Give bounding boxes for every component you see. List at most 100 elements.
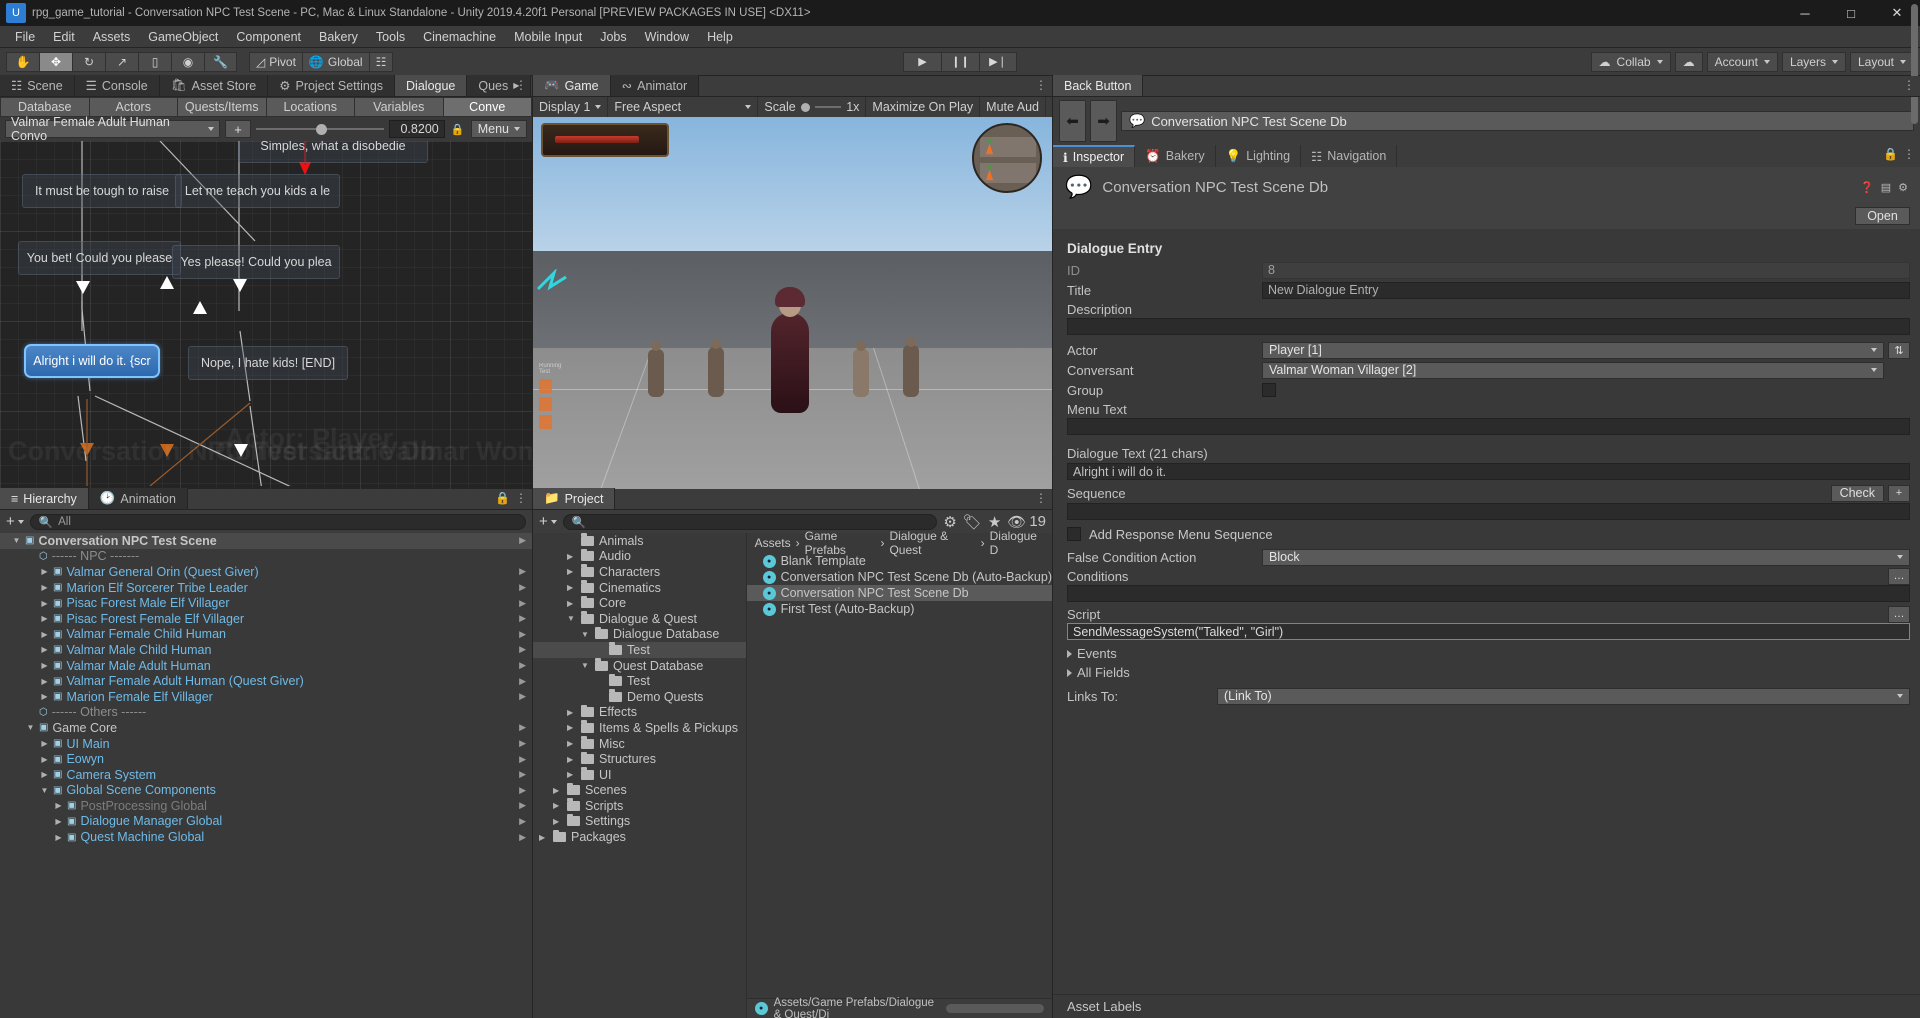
project-tree-row[interactable]: ▶ Scripts — [533, 798, 746, 814]
chevron-right-icon[interactable]: ▶ — [553, 801, 562, 810]
nav-forward-icon[interactable]: ➡ — [1090, 100, 1117, 142]
menu-item-jobs[interactable]: Jobs — [591, 26, 635, 48]
subtab-conversations[interactable]: Conve — [443, 97, 532, 117]
maximize-button[interactable]: □ — [1828, 0, 1874, 26]
chevron-right-icon[interactable]: ▶ — [567, 770, 576, 779]
menu-item-window[interactable]: Window — [636, 26, 698, 48]
actor-swap-button[interactable]: ⇅ — [1888, 341, 1910, 359]
tab-navigation[interactable]: ☷ Navigation — [1301, 145, 1398, 167]
tab-scene[interactable]: ☷ Scene — [0, 75, 75, 96]
chevron-right-icon[interactable]: ▶ — [519, 722, 526, 733]
hierarchy-tree[interactable]: ▼ ▣ Conversation NPC Test Scene ▶ ⬡ ------ NP… — [0, 4, 1918, 1018]
project-tree-row[interactable]: ▼ Dialogue & Quest — [533, 611, 746, 627]
hierarchy-row[interactable]: ▶ ▣ Valmar General Orin (Quest Giver) ▶ — [0, 564, 532, 580]
hierarchy-row[interactable]: ⬡ ------ NPC ------- — [0, 549, 532, 565]
panel-options-icon[interactable]: ⋮ — [1035, 79, 1047, 91]
conversation-dropdown[interactable]: Valmar Female Adult Human Convo — [5, 115, 220, 143]
project-tree-row[interactable]: ▶ Scenes — [533, 782, 746, 799]
hierarchy-row[interactable]: ▼ ▣ Global Scene Components ▶ — [0, 783, 532, 799]
chevron-right-icon[interactable]: ▶ — [519, 785, 526, 796]
project-tree-row[interactable]: ▼ Quest Database — [533, 658, 746, 674]
chevron-down-icon[interactable]: ▼ — [567, 614, 576, 623]
links-to-dropdown[interactable]: (Link To) — [1217, 687, 1910, 705]
chevron-right-icon[interactable]: ▶ — [54, 801, 63, 810]
panel-options-icon[interactable]: ⋮ — [1903, 148, 1915, 160]
layout-dropdown[interactable]: Layout — [1849, 51, 1914, 72]
display-dropdown[interactable]: Display 1 — [533, 97, 609, 117]
chevron-right-icon[interactable]: ▶ — [567, 552, 576, 561]
hierarchy-row[interactable]: ▶ ▣ Valmar Male Child Human ▶ — [0, 642, 532, 658]
script-input[interactable]: SendMessageSystem("Talked", "Girl") — [1067, 623, 1910, 640]
collab-button[interactable]: ☁ Collab — [1590, 51, 1671, 72]
chevron-right-icon[interactable]: ▶ — [567, 708, 576, 717]
dialogue-node[interactable]: You bet! Could you please — [18, 241, 181, 275]
pause-button[interactable]: ❙❙ — [941, 51, 979, 72]
project-tree-row[interactable]: ▼ Dialogue Database — [533, 626, 746, 643]
chevron-down-icon[interactable]: ▼ — [581, 630, 590, 639]
chevron-right-icon[interactable]: ▶ — [40, 567, 49, 576]
dialogue-node[interactable]: Yes please! Could you plea — [172, 245, 340, 279]
chevron-right-icon[interactable]: ▶ — [519, 754, 526, 765]
zoom-value[interactable]: 0.8200 — [388, 120, 445, 138]
hierarchy-row[interactable]: ▶ ▣ Pisac Forest Male Elf Villager ▶ — [0, 595, 532, 611]
chevron-right-icon[interactable]: ▶ — [40, 739, 49, 748]
tab-animation[interactable]: 🕑 Animation — [88, 488, 188, 509]
selected-object-field[interactable]: 💬 Conversation NPC Test Scene Db — [1121, 111, 1914, 131]
chevron-down-icon[interactable]: ▼ — [40, 786, 49, 795]
chevron-down-icon[interactable]: ▼ — [581, 661, 590, 670]
hierarchy-row[interactable]: ▶ ▣ Dialogue Manager Global ▶ — [0, 814, 532, 830]
conditions-input[interactable] — [1067, 585, 1910, 602]
project-tree-row[interactable]: ▶ Packages — [533, 829, 746, 845]
chevron-right-icon[interactable]: ▶ — [519, 598, 526, 609]
chevron-right-icon[interactable]: ▶ — [553, 817, 562, 826]
tab-project[interactable]: 📁 Project — [533, 488, 616, 509]
chevron-down-icon[interactable]: ▼ — [26, 723, 35, 732]
project-file-row[interactable]: ● First Test (Auto-Backup) — [747, 601, 1052, 617]
conditions-menu-button[interactable]: … — [1888, 567, 1910, 585]
chevron-right-icon[interactable]: ▶ — [40, 677, 49, 686]
lock-icon[interactable]: 🔒 — [450, 120, 466, 138]
project-tree-row[interactable]: ▶ Items & Spells & Pickups — [533, 720, 746, 736]
scale-tool-icon[interactable]: ↗ — [105, 51, 138, 72]
false-condition-dropdown[interactable]: Block — [1262, 548, 1910, 566]
dialogue-node[interactable]: Let me teach you kids a le — [175, 174, 340, 208]
project-tree-row[interactable]: Test — [533, 642, 746, 658]
menu-item-gameobject[interactable]: GameObject — [139, 26, 227, 48]
project-tree-row[interactable]: Animals — [533, 533, 746, 549]
sequence-check-button[interactable]: Check — [1830, 484, 1884, 502]
hierarchy-row[interactable]: ▶ ▣ UI Main ▶ — [0, 736, 532, 752]
tab-animator[interactable]: ∾ Animator — [610, 75, 700, 96]
hierarchy-row[interactable]: ▶ ▣ Valmar Female Adult Human (Quest Giver… — [0, 673, 532, 689]
hierarchy-row[interactable]: ▶ ▣ Quest Machine Global ▶ — [0, 829, 532, 845]
project-tree-row[interactable]: ▶ Effects — [533, 704, 746, 721]
chevron-right-icon[interactable]: ▶ — [567, 723, 576, 732]
project-tree-row[interactable]: ▶ Audio — [533, 548, 746, 565]
hierarchy-row[interactable]: ⬡ ------ Others ------ — [0, 705, 532, 721]
filter-by-label-icon[interactable]: 🏷 — [963, 513, 982, 531]
chevron-right-icon[interactable]: ▶ — [40, 692, 49, 701]
chevron-right-icon[interactable]: ▶ — [519, 800, 526, 811]
sequence-input[interactable] — [1067, 503, 1910, 520]
conversant-dropdown[interactable]: Valmar Woman Villager [2] — [1262, 361, 1884, 379]
menu-dropdown[interactable]: Menu — [470, 120, 527, 138]
chevron-right-icon[interactable]: ▶ — [40, 599, 49, 608]
menu-item-help[interactable]: Help — [698, 26, 742, 48]
hidden-packages-count[interactable]: 👁 19 — [1007, 513, 1046, 531]
lock-icon[interactable]: 🔒 — [1883, 148, 1898, 160]
aspect-dropdown[interactable]: Free Aspect — [608, 97, 759, 117]
hierarchy-row[interactable]: ▶ ▣ Valmar Male Adult Human ▶ — [0, 658, 532, 674]
dialogue-node[interactable]: It must be tough to raise — [22, 174, 182, 208]
tab-hierarchy[interactable]: ≡ Hierarchy — [0, 488, 89, 509]
favorites-icon[interactable]: ★ — [988, 513, 1001, 531]
menu-item-assets[interactable]: Assets — [84, 26, 140, 48]
pivot-toggle[interactable]: ◿ Pivot — [249, 51, 302, 72]
subtab-actors[interactable]: Actors — [89, 97, 178, 117]
dialogue-node-canvas[interactable]: Conversation NPC Test Scene Db Actor: Pl… — [0, 141, 532, 489]
project-tree-row[interactable]: Demo Quests — [533, 689, 746, 705]
hierarchy-search-input[interactable]: 🔍 All — [29, 513, 526, 530]
minimize-button[interactable]: ─ — [1782, 0, 1828, 26]
rect-tool-icon[interactable]: ▯ — [138, 51, 171, 72]
chevron-right-icon[interactable]: ▶ — [519, 566, 526, 577]
menu-item-edit[interactable]: Edit — [44, 26, 84, 48]
dialogue-text-input[interactable]: Alright i will do it. — [1067, 463, 1910, 480]
